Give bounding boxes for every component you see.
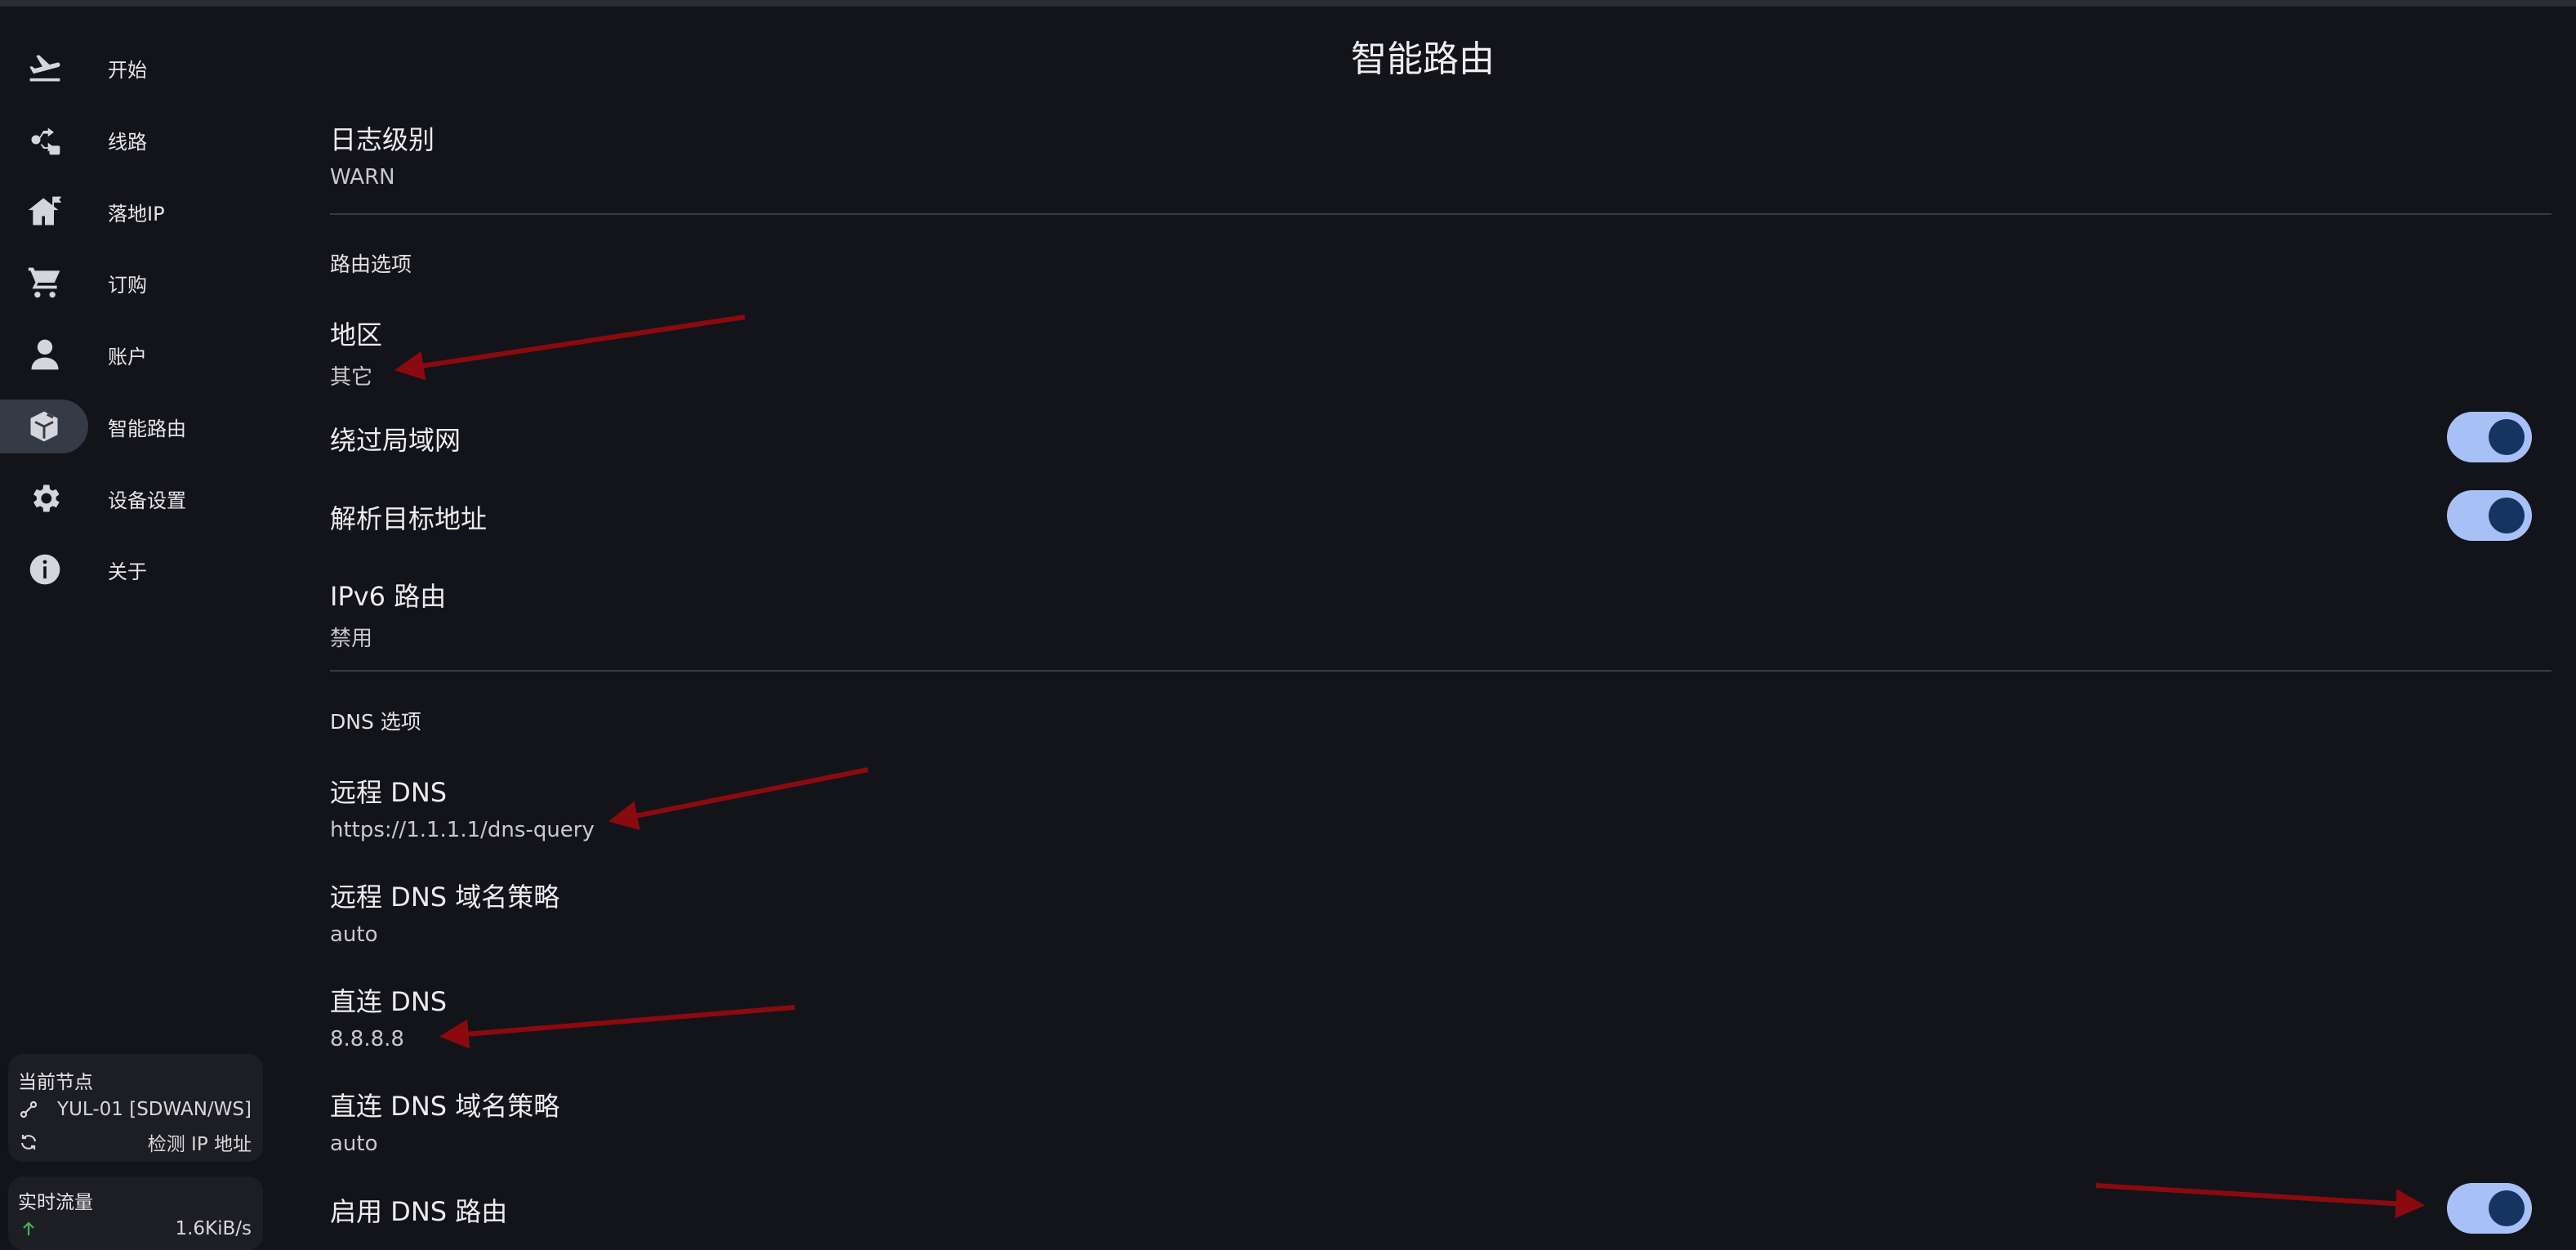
sidebar-item-smart-routing[interactable]: 智能路由	[0, 400, 270, 453]
person-icon	[18, 328, 72, 382]
setting-value: WARN	[330, 165, 395, 190]
sidebar-item-label: 账户	[108, 345, 147, 368]
info-icon	[18, 542, 72, 596]
setting-region[interactable]: 地区 其它	[330, 315, 2527, 391]
sidebar-item-about[interactable]: 关于	[0, 542, 270, 596]
toggle-knob	[2489, 1190, 2525, 1226]
setting-title: IPv6 路由	[330, 581, 447, 612]
main-content: 智能路由 日志级别 WARN 路由选项 地区 其它 绕过局域网 解析目标地址 I…	[270, 7, 2576, 1250]
sidebar-item-device-settings[interactable]: 设备设置	[0, 471, 270, 525]
setting-title: 绕过局域网	[330, 425, 461, 456]
resolve-destination-toggle[interactable]	[2447, 490, 2532, 541]
sidebar-item-lines[interactable]: 线路	[0, 113, 270, 167]
setting-title: 地区	[330, 319, 383, 350]
current-node-title: 当前节点	[18, 1072, 93, 1093]
divider	[330, 670, 2551, 672]
setting-title: 日志级别	[330, 124, 435, 155]
setting-value: 其它	[330, 365, 373, 390]
window-top-bar	[0, 0, 2576, 7]
sidebar-item-label: 智能路由	[108, 417, 186, 440]
setting-value: auto	[330, 922, 378, 947]
sidebar-item-order[interactable]: 订购	[0, 256, 270, 310]
toggle-knob	[2489, 419, 2525, 455]
setting-value: 禁用	[330, 627, 373, 651]
upload-speed: 1.6KiB/s	[175, 1218, 252, 1239]
bypass-lan-toggle[interactable]	[2447, 412, 2532, 462]
traffic-title: 实时流量	[18, 1192, 93, 1213]
house-flag-icon	[18, 185, 72, 239]
setting-title: 远程 DNS	[330, 777, 448, 808]
setting-title: 直连 DNS 域名策略	[330, 1091, 560, 1122]
current-node-row[interactable]: YUL-01 [SDWAN/WS]	[18, 1096, 252, 1123]
setting-title: 直连 DNS	[330, 986, 448, 1017]
current-node-card: 当前节点 YUL-01 [SDWAN/WS] 检测 IP 地址	[8, 1054, 263, 1162]
enable-dns-route-toggle[interactable]	[2447, 1183, 2532, 1234]
sidebar-item-label: 开始	[108, 58, 147, 82]
sidebar-item-start[interactable]: 开始	[0, 41, 270, 95]
gear-icon	[18, 471, 72, 525]
link-icon	[18, 1099, 39, 1120]
sidebar-item-label: 落地IP	[108, 202, 165, 225]
sidebar-item-label: 关于	[108, 560, 147, 583]
sidebar-item-landing-ip[interactable]: 落地IP	[0, 185, 270, 239]
upload-arrow-icon	[18, 1218, 39, 1239]
sidebar-item-account[interactable]: 账户	[0, 328, 270, 382]
setting-enable-dns-route[interactable]: 启用 DNS 路由	[330, 1191, 2527, 1229]
setting-resolve-destination[interactable]: 解析目标地址	[330, 498, 2527, 536]
setting-log-level[interactable]: 日志级别 WARN	[330, 119, 2527, 190]
setting-bypass-lan[interactable]: 绕过局域网	[330, 420, 2527, 458]
traffic-upload-row: 1.6KiB/s	[18, 1216, 252, 1242]
setting-title: 解析目标地址	[330, 503, 488, 534]
refresh-icon	[18, 1132, 39, 1153]
detect-ip-label: 检测 IP 地址	[147, 1134, 252, 1155]
cart-icon	[18, 256, 72, 310]
setting-value: 8.8.8.8	[330, 1027, 404, 1051]
sidebar-item-label: 设备设置	[108, 489, 186, 512]
sidebar-item-label: 线路	[108, 130, 147, 154]
setting-value: auto	[330, 1132, 378, 1156]
page-title: 智能路由	[1351, 38, 1495, 80]
route-box-icon	[0, 400, 88, 453]
sidebar-item-label: 订购	[108, 273, 147, 297]
airplane-icon	[18, 41, 72, 95]
section-header-routing: 路由选项	[330, 252, 412, 276]
setting-remote-dns-strategy[interactable]: 远程 DNS 域名策略 auto	[330, 877, 2527, 947]
section-header-dns: DNS 选项	[330, 710, 421, 734]
setting-remote-dns[interactable]: 远程 DNS https://1.1.1.1/dns-query	[330, 772, 2527, 842]
detect-ip-button[interactable]: 检测 IP 地址	[18, 1129, 252, 1155]
setting-direct-dns-strategy[interactable]: 直连 DNS 域名策略 auto	[330, 1086, 2527, 1156]
setting-title: 远程 DNS 域名策略	[330, 882, 560, 913]
toggle-knob	[2489, 498, 2525, 533]
sidebar: 开始 线路 落地IP 订购 账户 智能路由 设备设置 关于 当前节点 YUL-0…	[0, 7, 270, 1250]
setting-value: https://1.1.1.1/dns-query	[330, 818, 595, 842]
setting-title: 启用 DNS 路由	[330, 1196, 508, 1227]
divider	[330, 213, 2551, 215]
setting-direct-dns[interactable]: 直连 DNS 8.8.8.8	[330, 981, 2527, 1051]
setting-ipv6-route[interactable]: IPv6 路由 禁用	[330, 576, 2527, 652]
route-icon	[18, 113, 72, 167]
current-node-name: YUL-01 [SDWAN/WS]	[57, 1099, 252, 1120]
traffic-card: 实时流量 1.6KiB/s	[8, 1176, 263, 1250]
